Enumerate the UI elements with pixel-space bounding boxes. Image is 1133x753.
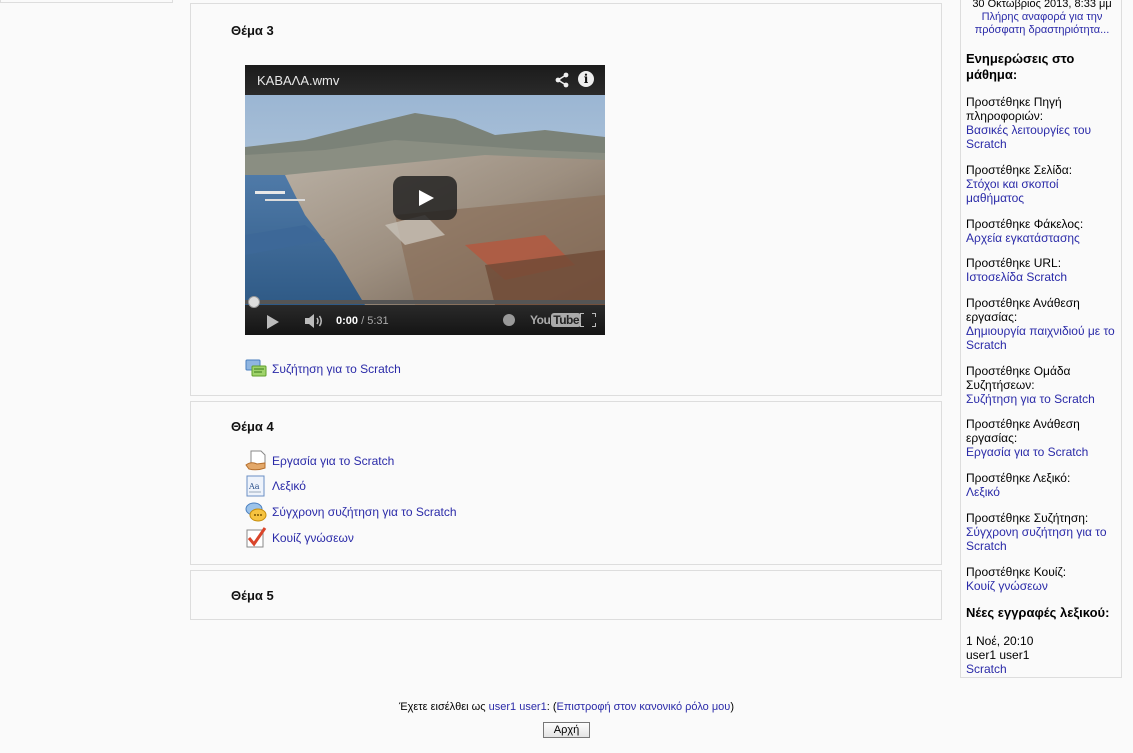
recent-activity-block: 30 Οκτωβριος 2013, 8:33 μμ Πλήρης αναφορ… — [960, 0, 1122, 678]
chat-icon — [245, 501, 267, 523]
update-link[interactable]: Εργασία για το Scratch — [966, 445, 1118, 459]
activity-forum[interactable]: Συζήτηση για το Scratch — [245, 357, 401, 381]
glossary-entry-term[interactable]: Scratch — [966, 662, 1118, 676]
update-label: Προστέθηκε Κουίζ: — [966, 565, 1067, 579]
volume-icon[interactable] — [305, 314, 325, 328]
video-title[interactable]: ΚΑΒΑΛΑ.wmv — [257, 73, 339, 88]
update-item: Προστέθηκε Πηγή πληροφοριών: Βασικές λει… — [966, 95, 1118, 151]
video-duration: 5:31 — [367, 315, 389, 327]
update-label: Προστέθηκε Λεξικό: — [966, 471, 1071, 485]
update-link[interactable]: Λεξικό — [966, 485, 1118, 499]
glossary-entry: 1 Νοέ, 20:10 user1 user1 Scratch — [966, 634, 1118, 676]
update-label: Προστέθηκε Ανάθεση εργασίας: — [966, 296, 1080, 324]
svg-text:Aa: Aa — [248, 482, 260, 491]
section-title: Θέμα 4 — [231, 419, 274, 434]
video-scrubber-handle[interactable] — [248, 296, 260, 308]
login-info-paren-open: : ( — [546, 701, 557, 713]
update-link[interactable]: Βασικές λειτουργίες του Scratch — [966, 123, 1118, 151]
full-report-link[interactable]: Πλήρης αναφορά για την πρόσφατη δραστηρι… — [966, 11, 1118, 37]
fullscreen-icon[interactable] — [580, 313, 596, 327]
section-topic-5: Θέμα 5 — [190, 570, 942, 620]
video-progress-bar[interactable] — [245, 300, 605, 304]
update-item: Προστέθηκε Σελίδα: Στόχοι και σκοποί μαθ… — [966, 163, 1118, 205]
home-button[interactable]: Αρχή — [543, 722, 590, 738]
update-link[interactable]: Δημιουργία παιχνιδιού με το Scratch — [966, 324, 1118, 352]
update-link[interactable]: Αρχεία εγκατάστασης — [966, 231, 1118, 245]
update-item: Προστέθηκε URL: Ιστοσελίδα Scratch — [966, 256, 1118, 284]
youtube-logo-you: You — [530, 313, 551, 327]
update-item: Προστέθηκε Συζήτηση: Σύγχρονη συζήτηση γ… — [966, 511, 1118, 553]
section-topic-4: Θέμα 4 Εργασία για το Scratch Aa Λεξικό — [190, 401, 942, 565]
activity-chat[interactable]: Σύγχρονη συζήτηση για το Scratch — [245, 500, 457, 524]
update-label: Προστέθηκε URL: — [966, 256, 1062, 270]
update-item: Προστέθηκε Ανάθεση εργασίας: Δημιουργία … — [966, 296, 1118, 352]
update-item: Προστέθηκε Λεξικό: Λεξικό — [966, 471, 1118, 499]
update-link[interactable]: Κουίζ γνώσεων — [966, 579, 1118, 593]
return-to-normal-role-link[interactable]: Επιστροφή στον κανονικό ρόλο μου — [557, 701, 731, 713]
update-link[interactable]: Στόχοι και σκοποί μαθήματος — [966, 177, 1118, 205]
section-title: Θέμα 5 — [231, 588, 274, 603]
update-label: Προστέθηκε Φάκελος: — [966, 217, 1084, 231]
login-info-paren-close: ) — [730, 701, 734, 713]
update-link[interactable]: Σύγχρονη συζήτηση για το Scratch — [966, 525, 1118, 553]
time-separator: / — [361, 315, 365, 327]
activity-assignment[interactable]: Εργασία για το Scratch — [245, 449, 394, 473]
activity-quiz[interactable]: Κουίζ γνώσεων — [245, 526, 354, 550]
section-title: Θέμα 3 — [231, 23, 274, 38]
youtube-logo[interactable]: You Tube — [530, 313, 582, 327]
assignment-icon — [245, 450, 267, 472]
login-info-prefix: Έχετε εισέλθει ως — [399, 701, 489, 713]
section-topic-3: Θέμα 3 ΚΑΒΑΛΑ.wmv i 0:00 / 5:31 You Tube… — [190, 3, 942, 396]
glossary-entries-heading: Νέες εγγραφές λεξικού: — [966, 605, 1110, 620]
user-profile-link[interactable]: user1 user1 — [489, 701, 547, 713]
activity-label[interactable]: Κουίζ γνώσεων — [272, 531, 354, 545]
video-title-bar: ΚΑΒΑΛΑ.wmv i — [245, 65, 605, 95]
update-item: Προστέθηκε Ομάδα Συζητήσεων: Συζήτηση γι… — [966, 364, 1118, 406]
activity-label[interactable]: Συζήτηση για το Scratch — [272, 362, 401, 376]
video-time: 0:00 / 5:31 — [336, 315, 389, 327]
play-overlay-button[interactable] — [393, 176, 457, 220]
quiz-icon — [245, 527, 267, 549]
play-icon[interactable] — [267, 315, 279, 329]
activity-glossary[interactable]: Aa Λεξικό — [245, 474, 306, 498]
share-icon[interactable] — [554, 72, 570, 88]
activity-label[interactable]: Λεξικό — [272, 479, 306, 493]
login-info: Έχετε εισέλθει ως user1 user1: (Επιστροφ… — [0, 701, 1133, 713]
recent-activity-date: 30 Οκτωβριος 2013, 8:33 μμ — [972, 0, 1112, 10]
watch-later-icon[interactable] — [503, 314, 515, 326]
update-link[interactable]: Ιστοσελίδα Scratch — [966, 270, 1118, 284]
activity-label[interactable]: Εργασία για το Scratch — [272, 454, 394, 468]
activity-label[interactable]: Σύγχρονη συζήτηση για το Scratch — [272, 505, 457, 519]
glossary-entry-user: user1 user1 — [966, 648, 1030, 662]
video-player[interactable]: ΚΑΒΑΛΑ.wmv i 0:00 / 5:31 You Tube — [245, 65, 605, 335]
left-column-block — [0, 0, 173, 3]
update-label: Προστέθηκε Ομάδα Συζητήσεων: — [966, 364, 1071, 392]
forum-icon — [245, 358, 267, 380]
update-label: Προστέθηκε Πηγή πληροφοριών: — [966, 95, 1062, 123]
update-label: Προστέθηκε Σελίδα: — [966, 163, 1073, 177]
update-link[interactable]: Συζήτηση για το Scratch — [966, 392, 1118, 406]
youtube-logo-tube: Tube — [551, 313, 582, 327]
update-label: Προστέθηκε Συζήτηση: — [966, 511, 1089, 525]
update-label: Προστέθηκε Ανάθεση εργασίας: — [966, 417, 1080, 445]
info-icon[interactable]: i — [578, 71, 594, 87]
updates-heading: Ενημερώσεις στο μάθημα: — [966, 51, 1075, 82]
video-controls: 0:00 / 5:31 You Tube — [245, 305, 605, 335]
full-report-link-text[interactable]: Πλήρης αναφορά για την πρόσφατη δραστηρι… — [975, 11, 1110, 36]
update-item: Προστέθηκε Φάκελος: Αρχεία εγκατάστασης — [966, 217, 1118, 245]
glossary-entry-date: 1 Νοέ, 20:10 — [966, 634, 1034, 648]
glossary-icon: Aa — [245, 475, 267, 497]
current-time: 0:00 — [336, 315, 359, 327]
update-item: Προστέθηκε Ανάθεση εργασίας: Εργασία για… — [966, 417, 1118, 459]
update-item: Προστέθηκε Κουίζ: Κουίζ γνώσεων — [966, 565, 1118, 593]
